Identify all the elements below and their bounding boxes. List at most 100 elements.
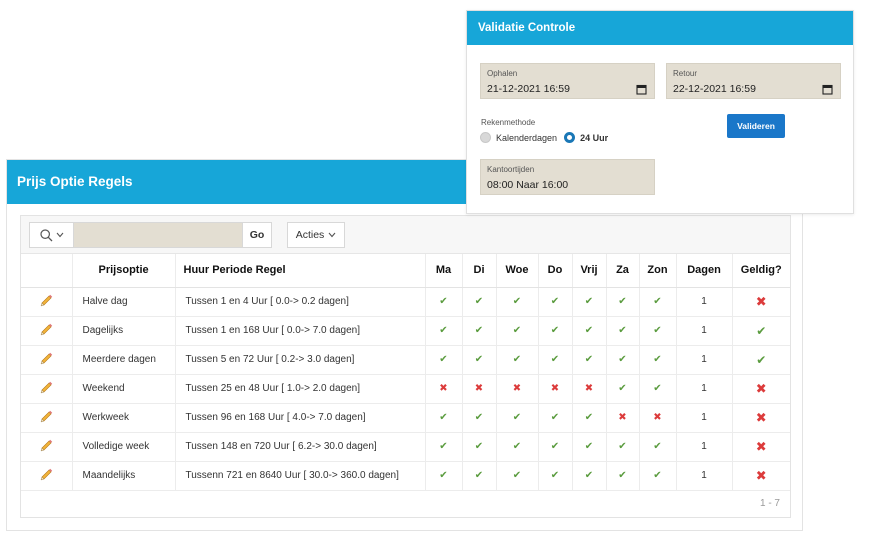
edit-cell[interactable] — [21, 432, 73, 462]
check-icon: ✔ — [550, 296, 560, 307]
column-header-za[interactable]: Za — [606, 254, 640, 288]
cell-vrij: ✔ — [572, 316, 607, 346]
search-column-selector[interactable] — [30, 223, 74, 247]
validatie-controle-panel: Validatie Controle Ophalen 21-12-2021 16… — [466, 10, 854, 214]
cell-do: ✔ — [538, 316, 573, 346]
cell-ma: ✔ — [425, 432, 463, 462]
cell-ma: ✔ — [425, 316, 463, 346]
column-header-di[interactable]: Di — [462, 254, 497, 288]
column-header-vrij[interactable]: Vrij — [572, 254, 607, 288]
cell-zon: ✔ — [639, 287, 677, 317]
cell-vrij: ✔ — [572, 432, 607, 462]
retour-field[interactable]: Retour 22-12-2021 16:59 — [666, 63, 841, 99]
radio-kalenderdagen-label[interactable]: Kalenderdagen — [496, 133, 557, 143]
cell-di: ✔ — [462, 403, 497, 433]
check-icon: ✔ — [439, 412, 448, 423]
cell-do: ✔ — [538, 461, 573, 491]
edit-cell[interactable] — [21, 345, 73, 375]
retour-value: 22-12-2021 16:59 — [673, 83, 756, 95]
check-icon: ✔ — [618, 354, 627, 365]
cell-vrij: ✔ — [572, 403, 607, 433]
column-header-ma[interactable]: Ma — [425, 254, 463, 288]
edit-cell[interactable] — [21, 287, 73, 317]
check-icon: ✔ — [584, 354, 594, 365]
cell-di: ✔ — [462, 461, 497, 491]
search-input[interactable] — [74, 223, 242, 247]
cell-geldig: ✖ — [732, 461, 790, 491]
kantoortijden-label: Kantoortijden — [487, 165, 535, 174]
calendar-icon[interactable] — [822, 82, 833, 100]
radio-24-uur[interactable] — [564, 132, 576, 143]
validatie-panel-title: Validatie Controle — [467, 11, 853, 45]
table-row: Dagelijks Tussen 1 en 168 Uur [ 0.0-> 7.0… — [21, 316, 790, 346]
cell-geldig: ✔ — [732, 316, 790, 346]
cell-huur-periode-regel: Tussen 25 en 48 Uur [ 1.0-> 2.0 dagen] — [175, 374, 426, 404]
cell-geldig: ✔ — [732, 345, 790, 375]
cell-za: ✔ — [606, 432, 640, 462]
column-header-do[interactable]: Do — [538, 254, 573, 288]
calendar-icon[interactable] — [636, 82, 647, 100]
cell-woe: ✔ — [496, 345, 539, 375]
cell-geldig: ✖ — [732, 287, 790, 317]
column-header-geldig[interactable]: Geldig? — [732, 254, 790, 288]
cell-za: ✔ — [606, 316, 640, 346]
ophalen-value: 21-12-2021 16:59 — [487, 83, 570, 95]
valideren-button[interactable]: Valideren — [727, 114, 785, 138]
edit-cell[interactable] — [21, 461, 73, 491]
pencil-icon[interactable] — [39, 410, 53, 426]
radio-kalenderdagen[interactable] — [480, 132, 491, 143]
column-header-prijsoptie[interactable]: Prijsoptie — [72, 254, 176, 288]
check-icon: ✔ — [512, 296, 522, 307]
cross-icon: ✖ — [653, 412, 662, 423]
cell-dagen: 1 — [676, 432, 733, 462]
radio-24-uur-label[interactable]: 24 Uur — [580, 133, 608, 143]
kantoortijden-field[interactable]: Kantoortijden 08:00 Naar 16:00 — [480, 159, 655, 195]
check-icon: ✔ — [550, 325, 560, 336]
column-header-dagen[interactable]: Dagen — [676, 254, 733, 288]
go-button[interactable]: Go — [242, 223, 271, 247]
kantoortijden-value: 08:00 Naar 16:00 — [487, 179, 569, 191]
column-header-zon[interactable]: Zon — [639, 254, 677, 288]
chevron-down-icon — [328, 232, 336, 238]
cell-vrij: ✔ — [572, 345, 607, 375]
cross-icon: ✖ — [755, 293, 767, 309]
check-icon: ✔ — [474, 412, 484, 423]
rekenmethode-radio-group: Kalenderdagen 24 Uur — [480, 132, 608, 143]
cell-prijsoptie: Volledige week — [72, 432, 176, 462]
cell-dagen: 1 — [676, 316, 733, 346]
pencil-icon[interactable] — [39, 439, 53, 455]
pencil-icon[interactable] — [39, 294, 53, 310]
check-icon: ✔ — [474, 470, 484, 481]
pencil-icon[interactable] — [39, 352, 53, 368]
acties-menu-button[interactable]: Acties — [287, 222, 345, 248]
column-header-huur-periode-regel[interactable]: Huur Periode Regel — [175, 254, 426, 288]
table-body: Halve dag Tussen 1 en 4 Uur [ 0.0-> 0.2 d… — [21, 287, 790, 491]
cell-do: ✔ — [538, 345, 573, 375]
cell-za: ✖ — [606, 403, 640, 433]
cross-icon: ✖ — [755, 467, 767, 483]
edit-cell[interactable] — [21, 403, 73, 433]
chevron-down-icon — [56, 232, 63, 238]
check-icon: ✔ — [512, 412, 522, 423]
check-icon: ✔ — [512, 470, 522, 481]
column-header-woe[interactable]: Woe — [496, 254, 539, 288]
check-icon: ✔ — [550, 441, 560, 452]
ophalen-field[interactable]: Ophalen 21-12-2021 16:59 — [480, 63, 655, 99]
cell-zon: ✔ — [639, 345, 677, 375]
cell-woe: ✔ — [496, 461, 539, 491]
pencil-icon[interactable] — [39, 381, 53, 397]
interactive-report: Go Acties Prijsoptie Huur Periode Regel … — [20, 215, 791, 518]
pencil-icon[interactable] — [39, 468, 53, 484]
cell-zon: ✔ — [639, 316, 677, 346]
column-header-edit — [21, 254, 73, 288]
table-row: Weekend Tussen 25 en 48 Uur [ 1.0-> 2.0 d… — [21, 374, 790, 404]
pencil-icon[interactable] — [39, 323, 53, 339]
cell-do: ✔ — [538, 287, 573, 317]
check-icon: ✔ — [474, 296, 484, 307]
cell-prijsoptie: Dagelijks — [72, 316, 176, 346]
cross-icon: ✖ — [512, 383, 522, 394]
edit-cell[interactable] — [21, 374, 73, 404]
cell-huur-periode-regel: Tussen 5 en 72 Uur [ 0.2-> 3.0 dagen] — [175, 345, 426, 375]
check-icon: ✔ — [584, 325, 594, 336]
edit-cell[interactable] — [21, 316, 73, 346]
